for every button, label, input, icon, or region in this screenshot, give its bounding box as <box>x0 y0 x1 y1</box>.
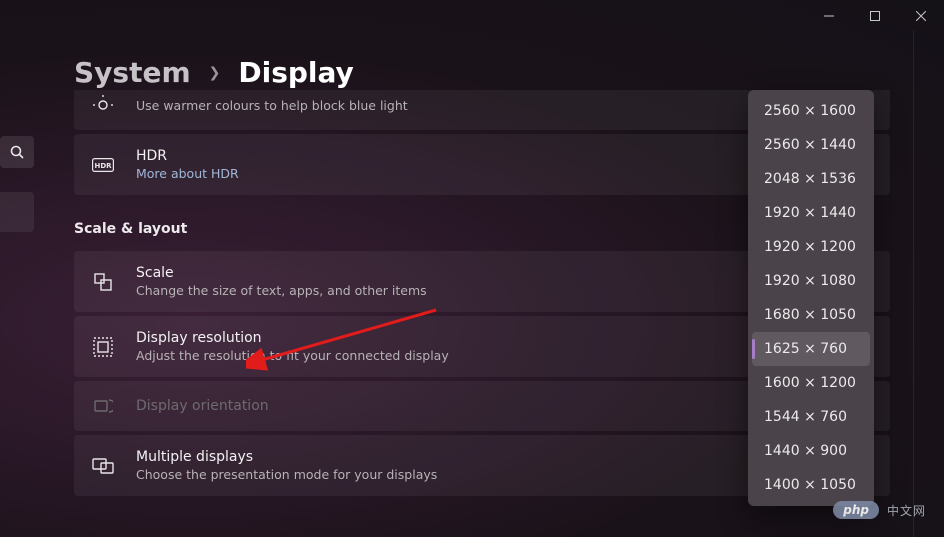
watermark: php 中文网 <box>833 501 926 519</box>
setting-subtitle: Change the size of text, apps, and other… <box>136 283 427 298</box>
resolution-option[interactable]: 1920 × 1200 <box>752 230 870 264</box>
setting-title: Scale <box>136 265 427 281</box>
watermark-badge: php <box>833 501 879 519</box>
close-icon <box>916 11 926 21</box>
search-rail-button[interactable] <box>0 136 34 168</box>
breadcrumb-root[interactable]: System <box>74 56 191 89</box>
resolution-option[interactable]: 1400 × 1050 <box>752 468 870 502</box>
maximize-button[interactable] <box>852 0 898 32</box>
resolution-option[interactable]: 1920 × 1440 <box>752 196 870 230</box>
resolution-option[interactable]: 2560 × 1440 <box>752 128 870 162</box>
hdr-more-link[interactable]: More about HDR <box>136 166 239 181</box>
setting-subtitle: Choose the presentation mode for your di… <box>136 467 437 482</box>
resolution-option[interactable]: 2048 × 1536 <box>752 162 870 196</box>
setting-title: HDR <box>136 148 239 164</box>
resolution-option[interactable]: 1920 × 1080 <box>752 264 870 298</box>
left-rail <box>0 136 34 256</box>
hdr-icon: HDR <box>92 154 114 176</box>
maximize-icon <box>870 11 880 21</box>
resolution-option[interactable]: 1600 × 1200 <box>752 366 870 400</box>
chevron-right-icon: ❯ <box>209 65 221 81</box>
resolution-option[interactable]: 1680 × 1050 <box>752 298 870 332</box>
resolution-option[interactable]: 1625 × 760 <box>752 332 870 366</box>
setting-title: Multiple displays <box>136 449 437 465</box>
page-title: Display <box>238 56 353 89</box>
search-icon <box>10 145 24 159</box>
svg-text:HDR: HDR <box>94 162 112 170</box>
nav-rail-item-system[interactable] <box>0 192 34 232</box>
window-controls <box>806 0 944 32</box>
setting-title: Display orientation <box>136 398 269 414</box>
resolution-icon <box>92 336 114 358</box>
breadcrumb: System ❯ Display <box>74 56 354 89</box>
minimize-icon <box>824 11 834 21</box>
setting-subtitle: Use warmer colours to help block blue li… <box>136 98 408 113</box>
resolution-option[interactable]: 1544 × 760 <box>752 400 870 434</box>
close-button[interactable] <box>898 0 944 32</box>
resolution-option[interactable]: 2560 × 1600 <box>752 94 870 128</box>
scale-icon <box>92 271 114 293</box>
orientation-icon <box>92 395 114 417</box>
resolution-dropdown-menu[interactable]: 2560 × 16002560 × 14402048 × 15361920 × … <box>748 90 874 506</box>
setting-subtitle: Adjust the resolution to fit your connec… <box>136 348 449 363</box>
multiple-displays-icon <box>92 455 114 477</box>
minimize-button[interactable] <box>806 0 852 32</box>
watermark-text: 中文网 <box>887 502 926 519</box>
setting-title: Display resolution <box>136 330 449 346</box>
night-light-icon <box>92 94 114 116</box>
scrollbar-track[interactable] <box>913 31 914 537</box>
resolution-option[interactable]: 1440 × 900 <box>752 434 870 468</box>
